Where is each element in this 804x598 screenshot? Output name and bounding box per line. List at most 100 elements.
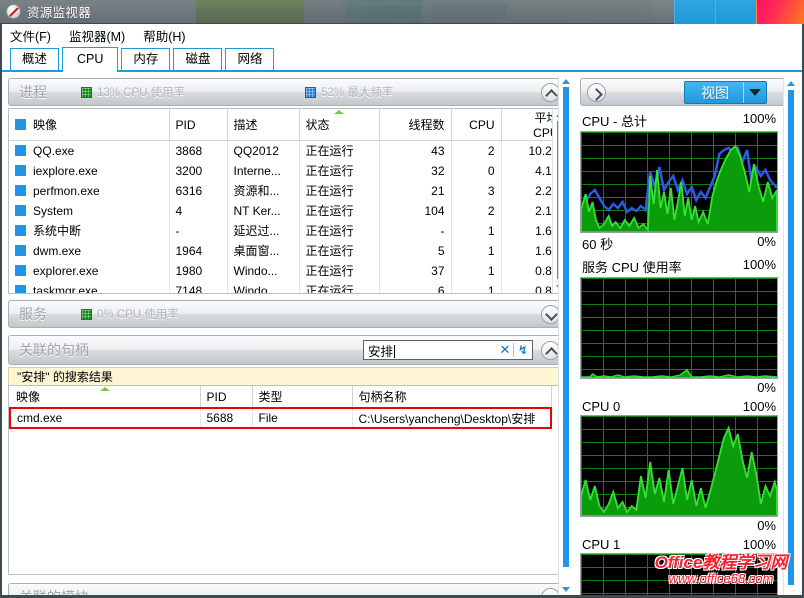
services-section-header[interactable]: 服务 0% CPU 使用率: [8, 300, 568, 328]
services-cpu-meter: 0% CPU 使用率: [81, 306, 179, 322]
handles-header-row: 映像 PID 类型 句柄名称: [10, 386, 551, 408]
scroll-down-icon[interactable]: [562, 587, 570, 592]
col-cpu[interactable]: CPU: [451, 109, 501, 141]
table-row[interactable]: System4NT Ker...正在运行10422.16: [9, 201, 552, 221]
col-image[interactable]: 映像: [9, 109, 169, 141]
menu-item-help[interactable]: 帮助(H): [143, 26, 185, 45]
title-bar[interactable]: 资源监视器: [0, 0, 804, 24]
scroll-up-icon[interactable]: [562, 79, 570, 84]
row-checkbox[interactable]: [15, 245, 26, 256]
right-pane-scrollbar[interactable]: [783, 78, 798, 595]
cell-avg-cpu: 0.84: [501, 261, 552, 281]
handles-grid: 映像 PID 类型 句柄名称 cmd.exe 5688 File: [9, 386, 552, 429]
graph-series: [581, 554, 777, 595]
cell-avg-cpu: 1.65: [501, 241, 552, 261]
services-cpu-swatch-icon: [81, 309, 92, 320]
tab-network[interactable]: 网络: [225, 48, 274, 70]
processes-table: 映像 PID 描述 状态 线程数 CPU 平均 CPU QQ.exe3868QQ…: [8, 108, 568, 294]
sort-ascending-icon: [100, 387, 110, 391]
cell-status: 正在运行: [299, 181, 379, 201]
cell-status: 正在运行: [299, 221, 379, 241]
cell-cpu: 1: [451, 261, 501, 281]
services-title: 服务: [19, 304, 47, 324]
cell-threads: 104: [379, 201, 451, 221]
table-row[interactable]: iexplore.exe3200Interne...正在运行3204.19: [9, 161, 552, 181]
search-input[interactable]: 安排: [368, 341, 497, 360]
row-checkbox[interactable]: [15, 285, 26, 294]
text-caret: [394, 345, 395, 358]
scrollbar-thumb[interactable]: [563, 87, 569, 567]
minimize-button[interactable]: [674, 0, 715, 24]
cell-threads: 32: [379, 161, 451, 181]
search-refresh-icon[interactable]: ↯: [514, 343, 532, 357]
graph-caption: CPU 0 100%: [580, 398, 778, 415]
chevron-down-icon[interactable]: [744, 89, 766, 96]
cell-desc: NT Ker...: [227, 201, 299, 221]
table-row[interactable]: QQ.exe3868QQ2012正在运行43210.21: [9, 141, 552, 161]
cell-handle-image: cmd.exe: [10, 408, 200, 428]
cell-cpu: 1: [451, 281, 501, 294]
table-row[interactable]: taskmgr.exe7148Windo...正在运行610.84: [9, 281, 552, 294]
cell-image: explorer.exe: [9, 261, 169, 281]
window-title: 资源监视器: [27, 2, 91, 21]
graph-title: CPU 1: [582, 537, 620, 552]
row-checkbox[interactable]: [15, 185, 26, 196]
row-checkbox[interactable]: [15, 145, 26, 156]
modules-section-header[interactable]: 关联的模块: [8, 583, 568, 595]
handles-section-header[interactable]: 关联的句柄 安排 ✕ ↯: [8, 335, 568, 365]
handles-title: 关联的句柄: [19, 340, 89, 360]
row-checkbox[interactable]: [15, 265, 26, 276]
cell-status: 正在运行: [299, 161, 379, 181]
tab-cpu[interactable]: CPU: [62, 47, 118, 72]
menu-item-file[interactable]: 文件(F): [10, 26, 51, 45]
table-row[interactable]: perfmon.exe6316资源和...正在运行2132.28: [9, 181, 552, 201]
clear-search-icon[interactable]: ✕: [497, 344, 513, 356]
processes-header-row: 映像 PID 描述 状态 线程数 CPU 平均 CPU: [9, 109, 552, 141]
row-checkbox[interactable]: [15, 205, 26, 216]
graph-title: CPU - 总计: [582, 111, 647, 130]
tab-disk[interactable]: 磁盘: [173, 48, 222, 70]
left-pane-scrollbar[interactable]: [558, 76, 573, 595]
maximize-button[interactable]: [715, 0, 756, 24]
col-description[interactable]: 描述: [227, 109, 299, 141]
select-all-checkbox[interactable]: [15, 119, 26, 130]
graph-max: 100%: [743, 537, 776, 552]
col-handle-type[interactable]: 类型: [252, 386, 352, 408]
tab-overview[interactable]: 概述: [10, 48, 59, 70]
table-row[interactable]: explorer.exe1980Windo...正在运行3710.84: [9, 261, 552, 281]
col-avg-cpu[interactable]: 平均 CPU: [501, 109, 552, 141]
expand-panel-chevron-icon[interactable]: [587, 83, 606, 102]
cell-status: 正在运行: [299, 141, 379, 161]
processes-section-header[interactable]: 进程 13% CPU 使用率 52% 最大频率: [8, 78, 568, 106]
graph-min: 0%: [757, 234, 776, 253]
table-row[interactable]: 系统中断-延迟过...正在运行-11.69: [9, 221, 552, 241]
close-button[interactable]: [756, 0, 804, 24]
menu-item-monitor[interactable]: 监视器(M): [69, 26, 125, 45]
cell-cpu: 1: [451, 221, 501, 241]
cell-threads: 21: [379, 181, 451, 201]
cell-desc: 桌面窗...: [227, 241, 299, 261]
col-handle-image[interactable]: 映像: [10, 386, 200, 408]
col-threads[interactable]: 线程数: [379, 109, 451, 141]
cell-image: perfmon.exe: [9, 181, 169, 201]
col-pid[interactable]: PID: [169, 109, 227, 141]
tab-memory[interactable]: 内存: [121, 48, 170, 70]
row-checkbox[interactable]: [15, 165, 26, 176]
graph-footer: 60 秒 0%: [580, 233, 778, 254]
view-button[interactable]: 视图: [684, 81, 767, 104]
scroll-up-icon[interactable]: [787, 81, 795, 86]
scrollbar-thumb[interactable]: [788, 90, 794, 585]
handles-body: cmd.exe 5688 File C:\Users\yancheng\Desk…: [10, 408, 551, 428]
table-row[interactable]: cmd.exe 5688 File C:\Users\yancheng\Desk…: [10, 408, 551, 428]
table-row[interactable]: dwm.exe1964桌面窗...正在运行511.65: [9, 241, 552, 261]
cell-status: 正在运行: [299, 241, 379, 261]
col-handle-pid[interactable]: PID: [200, 386, 252, 408]
col-status[interactable]: 状态: [299, 109, 379, 141]
row-checkbox[interactable]: [15, 225, 26, 236]
cell-pid: 1964: [169, 241, 227, 261]
cell-image: taskmgr.exe: [9, 281, 169, 294]
handle-search-box[interactable]: 安排 ✕ ↯: [363, 340, 533, 360]
col-handle-name[interactable]: 句柄名称: [352, 386, 551, 408]
processes-grid: 映像 PID 描述 状态 线程数 CPU 平均 CPU QQ.exe3868QQ…: [9, 109, 552, 293]
resource-monitor-window: 资源监视器 文件(F) 监视器(M) 帮助(H) 概述 CPU 内存 磁盘 网络: [0, 0, 804, 598]
